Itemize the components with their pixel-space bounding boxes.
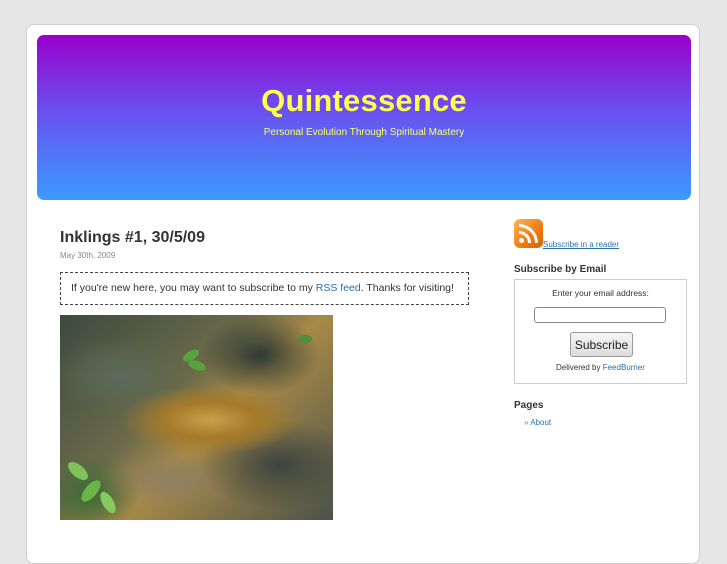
page-container: Quintessence Personal Evolution Through … [26,24,700,564]
rss-feed-icon[interactable] [514,219,543,248]
delivered-by-text: Delivered by [556,363,601,372]
pages-list: » About [524,418,688,427]
site-header: Quintessence Personal Evolution Through … [37,35,691,200]
leaf-decoration [187,358,207,373]
rss-subscribe-row: Subscribe in a reader [514,219,688,249]
notice-text-before: If you're new here, you may want to subs… [71,282,316,294]
feedburner-link[interactable]: FeedBurner [603,363,645,372]
email-subscribe-form: Enter your email address: Subscribe Deli… [514,279,687,384]
email-widget-title: Subscribe by Email [514,264,607,275]
leaf-decoration [298,335,312,343]
subscribe-notice: If you're new here, you may want to subs… [60,272,469,305]
delivered-by: Delivered by FeedBurner [515,363,686,372]
pages-widget-title: Pages [514,400,544,411]
site-tagline: Personal Evolution Through Spiritual Mas… [263,127,465,138]
leaf-decoration [97,489,119,516]
rss-feed-link[interactable]: RSS feed [316,282,361,294]
subscribe-button[interactable]: Subscribe [570,332,633,357]
notice-text-after: . Thanks for visiting! [360,282,454,294]
site-title[interactable]: Quintessence [37,83,691,119]
email-input[interactable] [534,307,666,323]
post-image [60,315,333,520]
leaf-decoration [64,458,92,484]
post: Inklings #1, 30/5/09 May 30th, 2009 If y… [60,229,470,520]
about-page-link[interactable]: About [530,418,551,427]
sidebar: Subscribe in a reader Subscribe by Email… [514,219,688,427]
subscribe-in-reader-link[interactable]: Subscribe in a reader [543,240,619,249]
post-date: May 30th, 2009 [60,251,116,260]
email-label: Enter your email address: [552,288,649,298]
pages-list-item: » About [524,418,688,427]
post-title[interactable]: Inklings #1, 30/5/09 [60,229,470,247]
bullet-icon: » [524,418,529,427]
